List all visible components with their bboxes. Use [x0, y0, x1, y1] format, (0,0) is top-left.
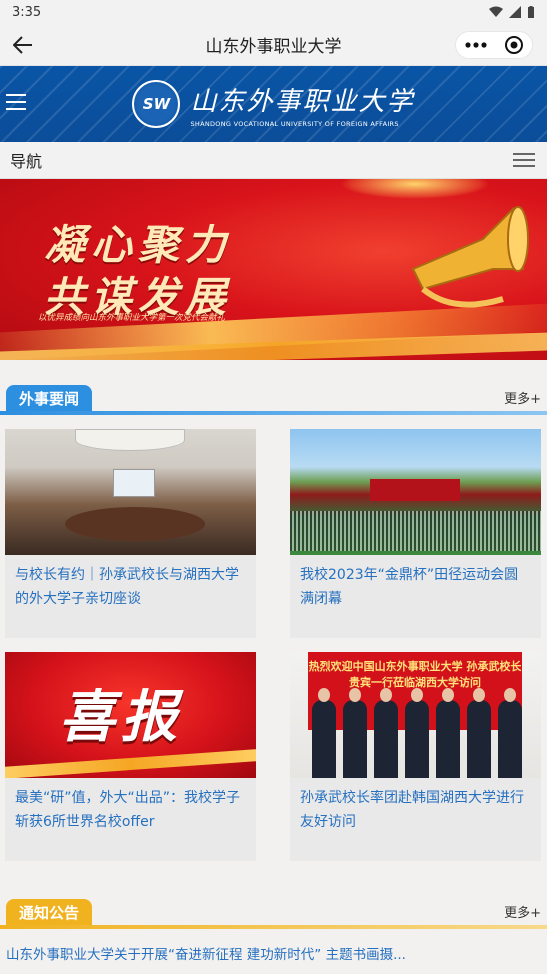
news-caption[interactable]: 我校2023年“金鼎杯”田径运动会圆满闭幕	[290, 555, 541, 619]
hero-banner[interactable]: 凝心聚力 共谋发展 以优异成绩向山东外事职业大学第一次党代会献礼	[0, 179, 547, 360]
site-name-cn: 山东外事职业大学	[190, 86, 415, 117]
header-menu-icon[interactable]	[6, 94, 26, 115]
notice-section-tab: 通知公告	[6, 899, 93, 925]
notice-list: 山东外事职业大学关于开展“奋进新征程 建功新时代” 主题书画摄...	[0, 929, 547, 963]
close-target-icon[interactable]	[504, 35, 524, 55]
battery-icon	[528, 5, 534, 18]
news-grid: 与校长有约｜孙承武校长与湖西大学的外大学子亲切座谈 我校2023年“金鼎杯”田径…	[0, 415, 547, 861]
site-name-en: SHANDONG VOCATIONAL UNIVERSITY OF FOREIG…	[190, 119, 399, 128]
title-bar: 山东外事职业大学	[0, 24, 547, 66]
news-image-good-news: 喜报	[5, 652, 256, 778]
hero-subtitle: 以优异成绩向山东外事职业大学第一次党代会献礼	[38, 313, 226, 323]
nav-bar[interactable]: 导航	[0, 142, 547, 179]
news-more-link[interactable]: 更多+	[504, 388, 541, 407]
news-card[interactable]: 喜报 最美“研”值，外大“出品”：我校学子斩获6所世界名校offer	[5, 652, 256, 861]
arrow-left-icon	[13, 36, 32, 54]
news-caption[interactable]: 最美“研”值，外大“出品”：我校学子斩获6所世界名校offer	[5, 778, 256, 842]
news-section-header: 外事要闻 更多+	[0, 383, 547, 411]
wifi-icon	[489, 6, 503, 17]
news-image-group-photo: 热烈欢迎中国山东外事职业大学 孙承武校长贵宾一行莅临湖西大学访问	[290, 652, 541, 778]
news-caption[interactable]: 孙承武校长率团赴韩国湖西大学进行友好访问	[290, 778, 541, 842]
hero-glow	[340, 179, 490, 199]
nav-menu-icon[interactable]	[513, 149, 535, 171]
back-button[interactable]	[10, 32, 36, 58]
notice-more-link[interactable]: 更多+	[504, 902, 541, 921]
notice-section-header: 通知公告 更多+	[0, 897, 547, 925]
status-bar: 3:35	[0, 0, 547, 24]
news-card[interactable]: 热烈欢迎中国山东外事职业大学 孙承武校长贵宾一行莅临湖西大学访问 孙承武校长率团…	[290, 652, 541, 861]
status-icons	[489, 5, 535, 19]
news-image-meeting	[5, 429, 256, 555]
signal-icon	[509, 6, 521, 18]
news-section-tab: 外事要闻	[6, 385, 93, 411]
nav-label: 导航	[10, 152, 43, 171]
more-icon[interactable]	[464, 42, 487, 48]
hero-headline-1: 凝心聚力	[44, 221, 232, 269]
mini-program-capsule	[455, 31, 533, 59]
good-news-text: 喜报	[59, 684, 183, 750]
university-emblem-icon: SW	[132, 80, 181, 128]
site-header: SW 山东外事职业大学 SHANDONG VOCATIONAL UNIVERSI…	[0, 66, 547, 142]
bugle-icon	[411, 206, 529, 308]
site-logo: SW 山东外事职业大学 SHANDONG VOCATIONAL UNIVERSI…	[132, 80, 414, 128]
news-image-sports-field	[290, 429, 541, 555]
news-caption[interactable]: 与校长有约｜孙承武校长与湖西大学的外大学子亲切座谈	[5, 555, 256, 619]
status-time: 3:35	[12, 4, 42, 20]
news-card[interactable]: 与校长有约｜孙承武校长与湖西大学的外大学子亲切座谈	[5, 429, 256, 638]
notice-item[interactable]: 山东外事职业大学关于开展“奋进新征程 建功新时代” 主题书画摄...	[6, 943, 541, 963]
welcome-banner-text: 热烈欢迎中国山东外事职业大学 孙承武校长贵宾一行莅临湖西大学访问	[308, 660, 522, 689]
news-card[interactable]: 我校2023年“金鼎杯”田径运动会圆满闭幕	[290, 429, 541, 638]
